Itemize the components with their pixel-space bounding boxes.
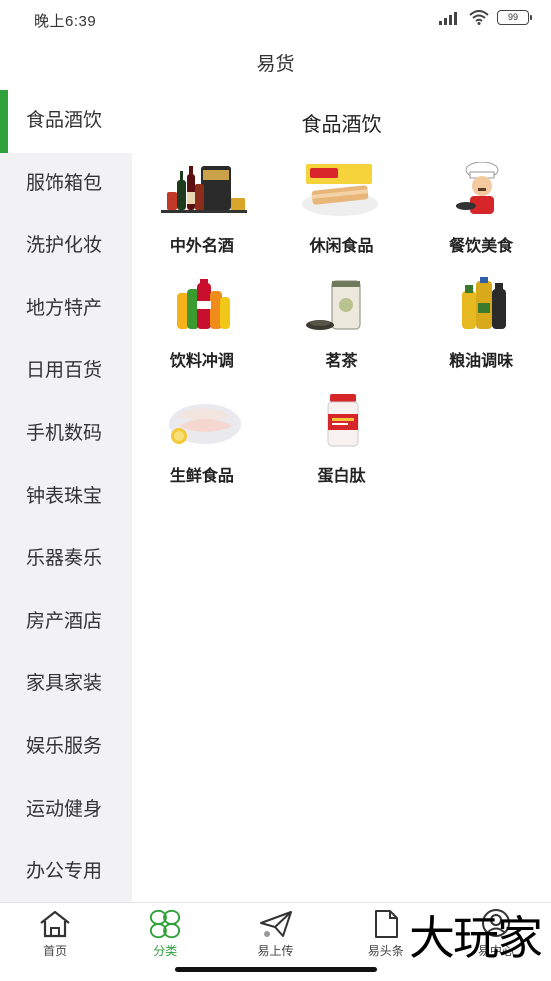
- subcategory-label: 休闲食品: [309, 238, 374, 255]
- subcategory-label: 茗茶: [325, 353, 358, 370]
- sidebar-item-daily-goods[interactable]: 日用百货: [0, 340, 132, 403]
- paper-plane-icon: [259, 908, 293, 940]
- home-icon: [38, 908, 72, 940]
- sidebar-item-local-specialties[interactable]: 地方特产: [0, 278, 132, 341]
- sidebar-item-watches-jewelry[interactable]: 钟表珠宝: [0, 466, 132, 529]
- status-time: 晚上6:39: [34, 13, 97, 30]
- subcategory-label: 饮料冲调: [169, 353, 234, 370]
- subcategory-beverages[interactable]: 饮料冲调: [132, 275, 272, 380]
- subcategory-peptide[interactable]: 蛋白肽: [272, 390, 412, 495]
- sidebar-item-office[interactable]: 办公专用: [0, 841, 132, 904]
- sidebar-item-instruments[interactable]: 乐器奏乐: [0, 528, 132, 591]
- tab-label: 分类: [153, 944, 178, 958]
- sidebar-item-furniture[interactable]: 家具家装: [0, 653, 132, 716]
- subcategory-grain-oil[interactable]: 粮油调味: [411, 275, 551, 380]
- soft-drinks-image: [157, 275, 247, 337]
- battery-level: 99: [507, 12, 518, 22]
- subcategory-wine[interactable]: 中外名酒: [132, 160, 272, 265]
- document-icon: [369, 908, 403, 940]
- subcategory-snacks[interactable]: 休闲食品: [272, 160, 412, 265]
- subcategory-label: 蛋白肽: [317, 468, 366, 485]
- subcategory-dining[interactable]: 餐饮美食: [411, 160, 551, 265]
- battery-icon: 99: [497, 10, 532, 25]
- subcategory-fresh[interactable]: 生鲜食品: [132, 390, 272, 495]
- wine-bottles-image: [157, 160, 247, 222]
- sidebar-item-realestate-hotel[interactable]: 房产酒店: [0, 591, 132, 654]
- wafer-snack-image: [296, 160, 386, 222]
- subcategory-tea[interactable]: 茗茶: [272, 275, 412, 380]
- sidebar-item-food-drinks[interactable]: 食品酒饮: [0, 90, 132, 153]
- sidebar-item-sports[interactable]: 运动健身: [0, 779, 132, 842]
- tab-label: 易上传: [257, 944, 294, 958]
- fresh-fish-image: [157, 390, 247, 452]
- signal-icon: [439, 11, 457, 25]
- page-title: 易货: [256, 54, 295, 75]
- sidebar-item-digital[interactable]: 手机数码: [0, 403, 132, 466]
- status-bar: 晚上6:39 99: [0, 0, 551, 40]
- subcategory-label: 餐饮美食: [449, 238, 514, 255]
- category-content: 食品酒饮 中外名酒 休闲食品 餐饮美食 饮料冲调 茗茶 粮油调味 生鲜食品 蛋白…: [132, 90, 551, 902]
- chef-image: [436, 160, 526, 222]
- subcategory-label: 中外名酒: [169, 238, 234, 255]
- protein-jar-image: [296, 390, 386, 452]
- subcategory-label: 生鲜食品: [169, 468, 234, 485]
- section-title: 食品酒饮: [301, 114, 382, 136]
- subcategory-grid: 中外名酒 休闲食品 餐饮美食 饮料冲调 茗茶 粮油调味 生鲜食品 蛋白肽: [132, 160, 551, 495]
- category-sidebar: 食品酒饮 服饰箱包 洗护化妆 地方特产 日用百货 手机数码 钟表珠宝 乐器奏乐 …: [0, 90, 132, 902]
- tea-can-image: [296, 275, 386, 337]
- tab-label: 首页: [43, 944, 68, 958]
- clover-icon: [148, 908, 182, 940]
- tab-label: 易头条: [367, 944, 404, 958]
- sidebar-item-cosmetics[interactable]: 洗护化妆: [0, 215, 132, 278]
- subcategory-label: 粮油调味: [449, 353, 514, 370]
- home-indicator: [175, 967, 377, 972]
- status-icons: 99: [439, 10, 532, 25]
- sidebar-item-entertainment[interactable]: 娱乐服务: [0, 716, 132, 779]
- sidebar-item-clothing-bags[interactable]: 服饰箱包: [0, 153, 132, 216]
- wifi-icon: [469, 10, 489, 25]
- watermark: 大玩家: [409, 911, 543, 965]
- cooking-oil-image: [436, 275, 526, 337]
- tab-home[interactable]: 首页: [0, 903, 110, 981]
